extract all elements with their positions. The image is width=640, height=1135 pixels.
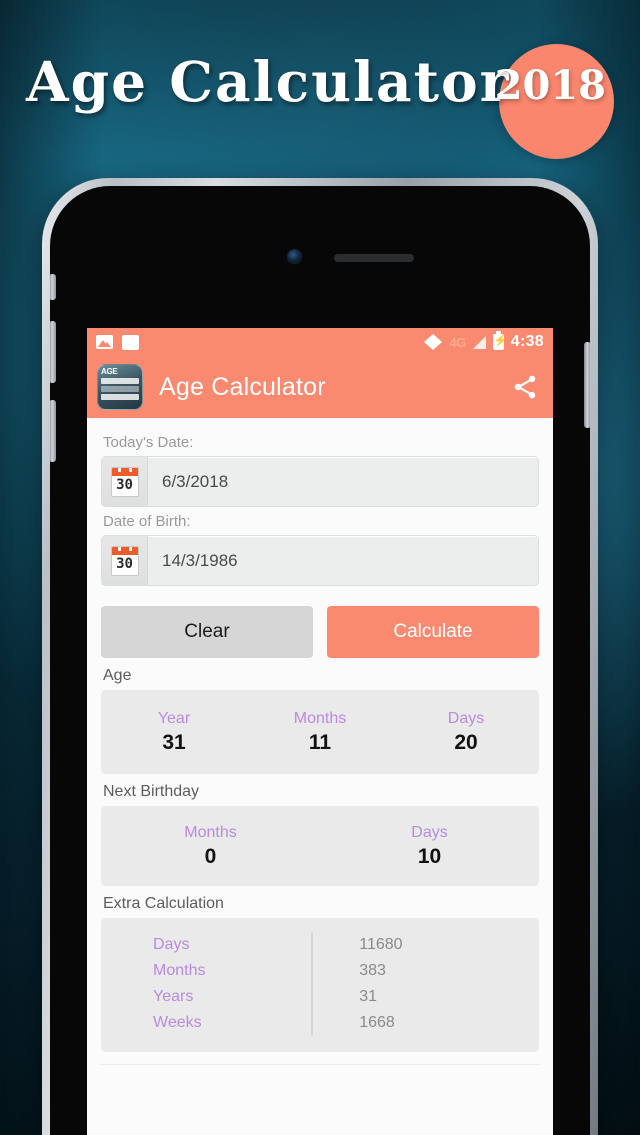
age-days-value: 20 — [454, 731, 478, 754]
todays-date-label: Today's Date: — [103, 434, 194, 451]
status-bar: 4G 4:38 — [87, 328, 553, 356]
age-year-value: 31 — [162, 731, 186, 754]
age-section-title: Age — [103, 667, 132, 684]
next-birthday-months-column: Months 0 — [101, 822, 320, 870]
date-of-birth-label: Date of Birth: — [103, 513, 191, 530]
calendar-icon[interactable]: 30 — [102, 536, 148, 585]
power-button[interactable] — [584, 342, 590, 428]
next-birthday-months-label: Months — [184, 824, 237, 841]
extra-values-column: 11680 383 31 1668 — [311, 932, 539, 1036]
app-bar-title: Age Calculator — [159, 372, 326, 401]
extra-days-value: 11680 — [359, 936, 403, 953]
next-birthday-months-value: 0 — [204, 845, 217, 868]
extra-weeks-label: Weeks — [153, 1014, 202, 1031]
next-birthday-section-title: Next Birthday — [103, 783, 200, 800]
next-birthday-days-value: 10 — [417, 845, 442, 868]
todays-date-field[interactable]: 30 6/3/2018 — [101, 456, 539, 507]
app-icon-label: AGE — [101, 367, 118, 376]
network-type-label: 4G — [449, 334, 466, 350]
bottom-divider — [101, 1064, 539, 1094]
calendar-icon-header — [111, 546, 138, 555]
main-content: Today's Date: 30 6/3/2018 Date of Birth: — [87, 418, 553, 1094]
action-buttons: Clear Calculate — [101, 606, 539, 658]
age-months-value: 11 — [308, 731, 332, 754]
clear-button[interactable]: Clear — [101, 606, 313, 658]
signal-icon — [472, 335, 486, 349]
earpiece-speaker — [334, 254, 414, 262]
volume-down-button[interactable] — [50, 400, 56, 462]
calendar-icon[interactable]: 30 — [102, 457, 148, 506]
calculate-button[interactable]: Calculate — [327, 606, 539, 658]
next-birthday-days-column: Days 10 — [320, 822, 539, 870]
calendar-icon-header — [111, 467, 138, 476]
age-months-label: Months — [293, 710, 347, 727]
extra-days-label: Days — [153, 936, 190, 953]
app-icon-row — [101, 378, 139, 384]
age-days-label: Days — [447, 710, 485, 727]
app-icon-row — [101, 386, 139, 392]
age-days-column: Days 20 — [393, 708, 539, 756]
phone-mockup: 4G 4:38 AGE Age Calculator — [42, 178, 598, 1135]
clock-label: 4:38 — [510, 333, 544, 350]
image-icon — [96, 335, 113, 349]
app-icon-row — [101, 394, 139, 400]
extra-calculation-card: Days Months Years Weeks 11680 383 31 166… — [101, 918, 539, 1052]
status-bar-notifications — [96, 334, 139, 350]
extra-weeks-value: 1668 — [359, 1014, 395, 1031]
front-camera-icon — [288, 250, 301, 263]
phone-bezel: 4G 4:38 AGE Age Calculator — [50, 186, 590, 1135]
volume-up-button[interactable] — [50, 321, 56, 383]
silent-switch[interactable] — [50, 274, 56, 300]
app-bar: AGE Age Calculator — [87, 356, 553, 418]
next-birthday-days-label: Days — [411, 824, 448, 841]
extra-months-value: 383 — [359, 962, 386, 979]
banner-year: 2018 — [494, 62, 606, 109]
calendar-icon-day: 30 — [116, 555, 133, 572]
extra-months-label: Months — [153, 962, 206, 979]
phone-screen: 4G 4:38 AGE Age Calculator — [87, 328, 553, 1135]
age-year-label: Year — [157, 710, 191, 727]
wifi-icon — [424, 333, 443, 351]
extra-years-label: Years — [153, 988, 194, 1005]
extra-calculation-section-title: Extra Calculation — [103, 895, 224, 912]
calendar-glyph: 30 — [110, 545, 139, 576]
battery-icon — [492, 331, 507, 350]
app-icon: AGE — [97, 364, 143, 410]
todays-date-value: 6/3/2018 — [162, 471, 229, 491]
calendar-glyph: 30 — [110, 466, 139, 497]
share-icon[interactable] — [511, 373, 539, 401]
extra-labels-column: Days Months Years Weeks — [101, 932, 311, 1036]
promo-banner: Age Calculator 2018 — [0, 0, 640, 170]
extra-years-value: 31 — [359, 988, 378, 1005]
calendar-icon-day: 30 — [116, 476, 133, 493]
date-of-birth-field[interactable]: 30 14/3/1986 — [101, 535, 539, 586]
age-months-column: Months 11 — [247, 708, 393, 756]
date-of-birth-value: 14/3/1986 — [162, 550, 238, 570]
age-year-column: Year 31 — [101, 708, 247, 756]
next-birthday-card: Months 0 Days 10 — [101, 806, 539, 886]
status-bar-system: 4G 4:38 — [424, 331, 544, 351]
square-icon — [122, 334, 139, 350]
age-result-card: Year 31 Months 11 Days 20 — [101, 690, 539, 774]
